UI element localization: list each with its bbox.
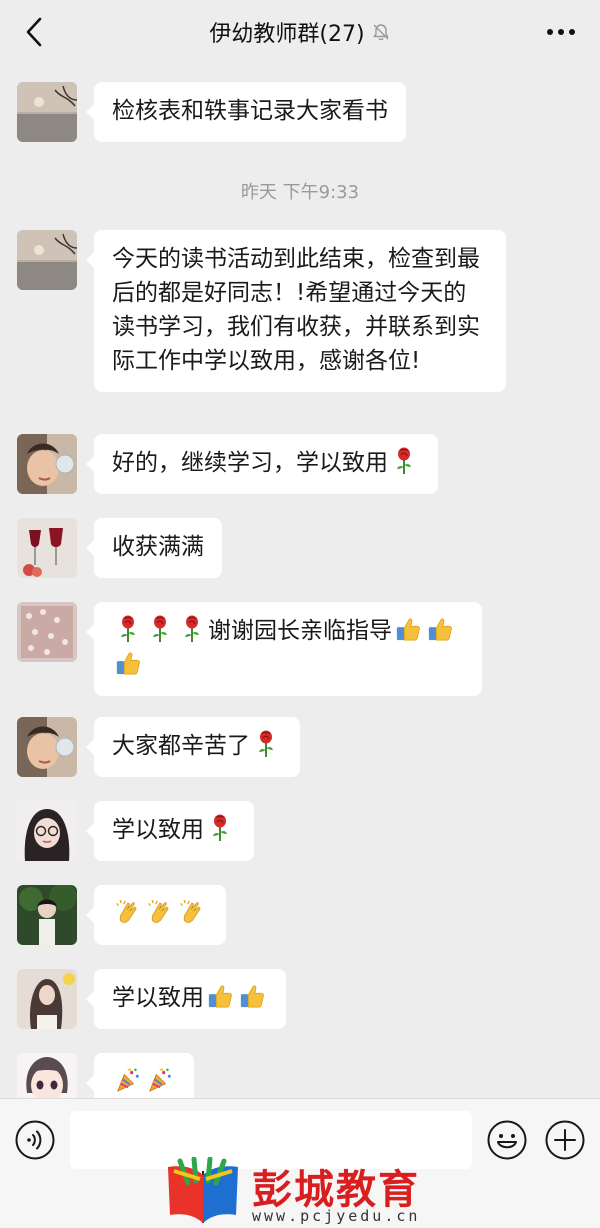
more-dots-icon [547, 29, 575, 35]
message-text: 收获满满 [112, 534, 204, 560]
message-text: 检核表和轶事记录大家看书 [112, 98, 388, 124]
thumbs-up-icon [207, 982, 233, 1010]
chevron-left-icon [26, 17, 42, 47]
rose-icon [391, 447, 417, 475]
clap-icon [115, 898, 141, 926]
child-avatar[interactable] [17, 717, 77, 777]
rose-icon [115, 615, 141, 643]
flowers-avatar[interactable] [17, 602, 77, 662]
sunset-avatar[interactable] [17, 82, 77, 142]
message-text: 学以致用 [112, 817, 204, 843]
message-bubble[interactable]: 今天的读书活动到此结束，检查到最后的都是好同志！!希望通过今天的读书学习，我们有… [86, 230, 506, 392]
party-popper-icon [147, 1066, 173, 1094]
message-text: 大家都辛苦了 [112, 733, 250, 759]
back-button[interactable] [18, 14, 50, 50]
rose-icon [147, 615, 173, 643]
chat-header: 伊幼教师群(27) [0, 0, 600, 64]
message-bubble[interactable]: 收获满满 [86, 518, 222, 578]
emoji-face-icon [487, 1120, 527, 1160]
rose-icon [207, 814, 233, 842]
message-bubble[interactable]: 大家都辛苦了 [86, 717, 300, 777]
plus-circle-icon [545, 1120, 585, 1160]
message-bubble[interactable]: 谢谢园长亲临指导 [86, 602, 482, 696]
sunset-avatar[interactable] [17, 230, 77, 290]
thumbs-up-icon [427, 615, 453, 643]
thumbs-up-icon [395, 615, 421, 643]
message-bubble[interactable] [86, 1053, 194, 1098]
message-text: 好的，继续学习，学以致用 [112, 450, 388, 476]
bell-muted-icon [371, 22, 391, 42]
longhair-avatar[interactable] [17, 969, 77, 1029]
clap-icon [147, 898, 173, 926]
message-text: 今天的读书活动到此结束，检查到最后的都是好同志！!希望通过今天的读书学习，我们有… [112, 246, 480, 374]
message-text: 谢谢园长亲临指导 [208, 618, 392, 644]
message-text: 学以致用 [112, 985, 204, 1011]
more-button[interactable] [544, 20, 578, 44]
timestamp: 昨天 下午9:33 [240, 182, 360, 203]
girl-glasses-avatar[interactable] [17, 801, 77, 861]
message-bubble[interactable]: 检核表和轶事记录大家看书 [86, 82, 406, 142]
child-avatar[interactable] [17, 434, 77, 494]
party-popper-icon [115, 1066, 141, 1094]
forest-avatar[interactable] [17, 885, 77, 945]
rose-icon [179, 615, 205, 643]
message-bubble[interactable]: 学以致用 [86, 969, 286, 1029]
more-functions-button[interactable] [544, 1119, 586, 1161]
wine-avatar[interactable] [17, 518, 77, 578]
book-logo-icon [168, 1157, 238, 1223]
voice-icon [15, 1120, 55, 1160]
chat-title: 伊幼教师群(27) [209, 22, 365, 47]
message-bubble[interactable]: 好的，继续学习，学以致用 [86, 434, 438, 494]
cartoon-avatar[interactable] [17, 1053, 77, 1098]
voice-button[interactable] [14, 1119, 56, 1161]
thumbs-up-icon [115, 649, 141, 677]
message-bubble[interactable] [86, 885, 226, 945]
chat-message-list[interactable]: 检核表和轶事记录大家看书 昨天 下午9:33 今天的读书活动到此结束，检查到最后… [0, 64, 600, 1098]
rose-icon [253, 730, 279, 758]
message-bubble[interactable]: 学以致用 [86, 801, 254, 861]
emoji-button[interactable] [486, 1119, 528, 1161]
site-watermark: 彭城教育网 www.pcjyedu.cn [160, 1155, 460, 1228]
clap-icon [179, 898, 205, 926]
chat-title-wrap: 伊幼教师群(27) [209, 16, 390, 48]
watermark-url: www.pcjyedu.cn [252, 1207, 421, 1225]
thumbs-up-icon [239, 982, 265, 1010]
